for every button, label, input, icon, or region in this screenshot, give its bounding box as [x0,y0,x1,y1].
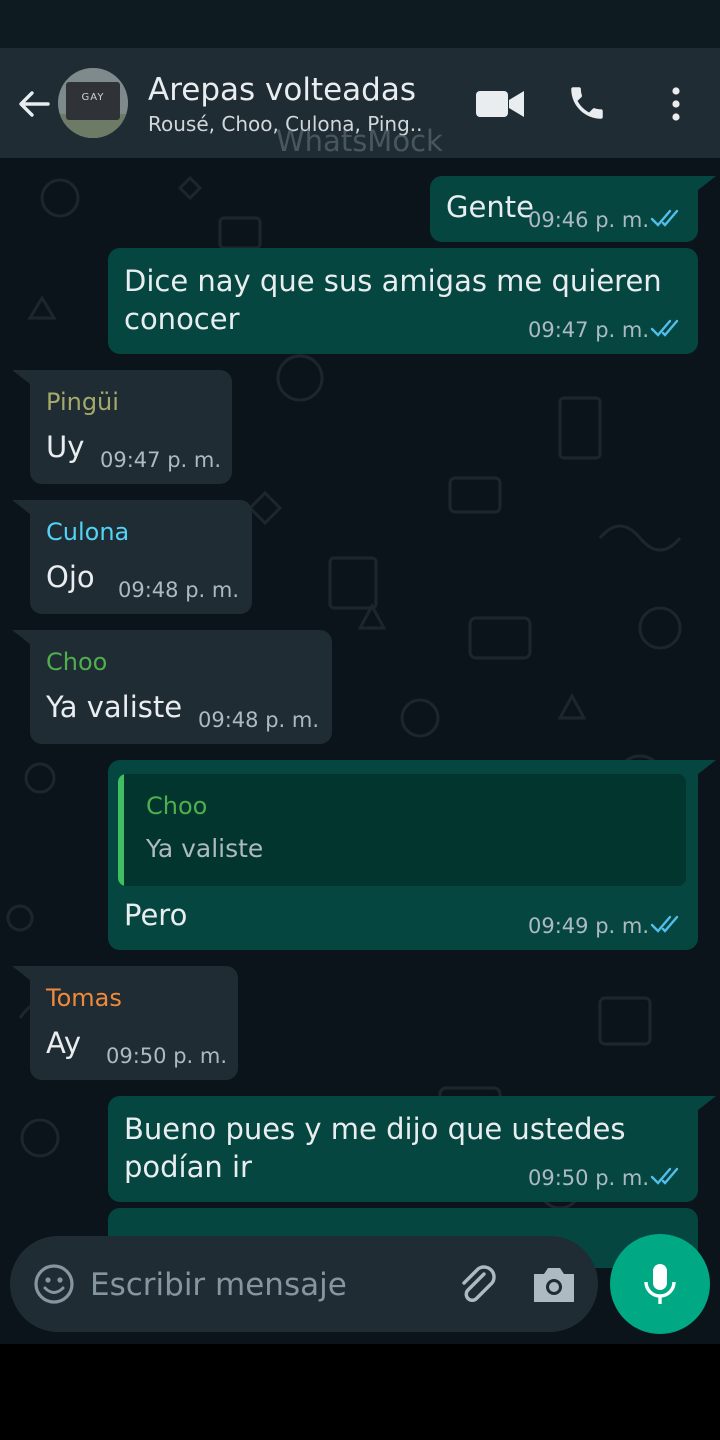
double-check-icon [650,1167,679,1185]
chat-title[interactable]: Arepas volteadas [148,72,416,108]
bubble-tail [12,500,30,514]
incoming-message[interactable]: Pingüi Uy 09:47 p. m. [12,370,232,484]
emoji-icon[interactable] [32,1262,76,1306]
back-arrow-icon[interactable] [14,84,54,124]
message-text-line: Bueno pues y me dijo que ustedes [124,1112,626,1146]
quoted-sender: Choo [146,792,208,820]
message-time: 09:48 p. m. [118,578,240,602]
incoming-message[interactable]: Tomas Ay 09:50 p. m. [12,966,238,1080]
double-check-icon [650,915,679,933]
message-text: Gente [446,190,534,224]
message-time: 09:50 p. m. [528,1166,650,1190]
double-check-icon [650,209,679,227]
message-time: 09:50 p. m. [106,1044,228,1068]
sender-name[interactable]: Tomas [46,984,122,1012]
bubble-tail [12,370,30,384]
message-time: 09:47 p. m. [100,448,222,472]
message-time: 09:46 p. m. [528,208,650,232]
incoming-message[interactable]: Culona Ojo 09:48 p. m. [12,500,252,614]
message-composer [10,1236,598,1332]
mic-icon [644,1264,676,1304]
status-bar [0,0,720,48]
sender-name[interactable]: Culona [46,518,129,546]
outgoing-message-reply[interactable]: Choo Ya valiste Pero 09:49 p. m. [108,760,716,950]
bubble-tail [698,760,716,774]
message-text: Ay [46,1026,82,1060]
quoted-text: Ya valiste [146,834,264,863]
sender-name[interactable]: Choo [46,648,107,676]
chat-area[interactable]: Gente 09:46 p. m. Dice nay que sus amiga… [0,158,720,1344]
incoming-message[interactable]: Choo Ya valiste 09:48 p. m. [12,630,332,744]
avatar-text: GAY [81,92,105,103]
bubble-tail [698,176,716,190]
attach-icon[interactable] [454,1260,502,1308]
bubble-tail [698,1096,716,1110]
message-time: 09:49 p. m. [528,914,650,938]
message-text: Ya valiste [46,690,183,724]
message-text-line: podían ir [124,1150,252,1184]
bubble-tail [12,966,30,980]
double-check-icon [650,319,679,337]
message-time: 09:47 p. m. [528,318,650,342]
app-watermark: WhatsMock [276,124,443,158]
outgoing-message[interactable]: Dice nay que sus amigas me quieren conoc… [108,248,698,354]
avatar-photo [58,68,128,138]
message-text-line: conocer [124,302,240,336]
group-avatar[interactable]: GAY [58,68,128,138]
sender-name[interactable]: Pingüi [46,388,119,416]
system-nav-bar [0,1344,720,1440]
quote-accent-bar [118,774,124,886]
camera-icon[interactable] [530,1264,578,1304]
outgoing-message[interactable]: Bueno pues y me dijo que ustedes podían … [108,1096,716,1202]
message-time: 09:48 p. m. [198,708,320,732]
message-text: Uy [46,430,85,464]
voice-record-button[interactable] [610,1234,710,1334]
message-text-line: Dice nay que sus amigas me quieren [124,264,662,298]
bubble-tail [12,630,30,644]
message-input[interactable] [88,1258,432,1312]
phone-icon[interactable] [566,82,608,124]
quoted-message[interactable]: Choo Ya valiste [118,774,686,886]
outgoing-message[interactable]: Gente 09:46 p. m. [430,176,716,242]
message-text: Pero [124,898,188,932]
video-call-icon[interactable] [474,88,526,120]
more-vert-icon[interactable] [664,84,688,124]
message-text: Ojo [46,560,95,594]
